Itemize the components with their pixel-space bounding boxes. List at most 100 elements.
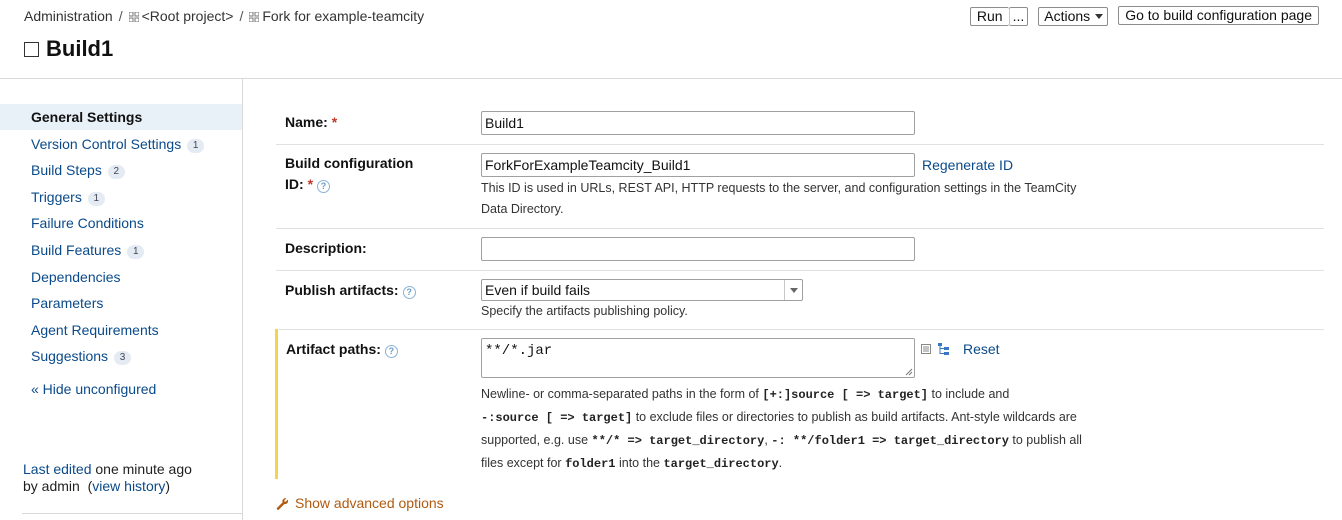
show-advanced-options-label: Show advanced options (295, 495, 444, 511)
top-actions: Run ... Actions Go to build configuratio… (969, 6, 1342, 26)
name-label-text: Name: (285, 114, 328, 130)
project-icon (128, 12, 139, 22)
chevron-down-icon (1095, 14, 1104, 19)
sidebar-item-label: Build Steps (31, 162, 102, 178)
regenerate-id-link[interactable]: Regenerate ID (922, 157, 1013, 173)
row-divider (279, 329, 1324, 330)
build-configuration-icon (24, 41, 39, 57)
sidebar-item-label: Triggers (31, 189, 82, 205)
hint-text: to publish all (1008, 433, 1082, 447)
sidebar-item-label: Parameters (31, 295, 104, 311)
last-edited-by: by admin (23, 478, 80, 494)
page-title-text: Build1 (46, 36, 114, 61)
resize-handle-icon[interactable] (905, 368, 913, 376)
wrench-icon (276, 497, 289, 510)
breadcrumb-separator: / (118, 8, 123, 24)
show-advanced-options-link[interactable]: Show advanced options (276, 495, 444, 511)
hint-code: -: **/folder1 => target_directory (771, 434, 1009, 448)
row-divider (276, 228, 1324, 229)
breadcrumb: Administration / <Root project> / Fork for e… (24, 8, 424, 24)
sidebar-item-label: Agent Requirements (31, 322, 159, 338)
actions-dropdown[interactable]: Actions (1038, 7, 1109, 26)
artifact-paths-label: Artifact paths:? (286, 339, 398, 360)
description-input[interactable] (481, 237, 915, 261)
build-config-id-hint: This ID is used in URLs, REST API, HTTP … (481, 178, 1076, 220)
run-custom-button[interactable]: ... (1008, 7, 1029, 26)
hint-code: **/* => target_directory (591, 434, 765, 448)
id-hint-line1: This ID is used in URLs, REST API, HTTP … (481, 181, 1077, 195)
sidebar-divider (22, 513, 243, 514)
name-input[interactable] (481, 111, 915, 135)
run-button-group: Run ... (969, 7, 1029, 26)
build-config-id-label-line2: ID: (285, 176, 304, 192)
modified-highlight-bar (275, 329, 278, 479)
publish-artifacts-hint: Specify the artifacts publishing policy. (481, 304, 688, 318)
description-label: Description: (285, 240, 367, 256)
sidebar-item-label: Build Features (31, 242, 122, 258)
hint-code: target_directory (663, 457, 779, 471)
breadcrumb-root-project[interactable]: <Root project> (142, 8, 234, 24)
artifact-paths-value: **/*.jar (485, 343, 553, 359)
sidebar-item-version-control-settings[interactable]: Version Control Settings 1 (0, 131, 242, 157)
name-label: Name: * (285, 112, 337, 133)
hint-text: files except for (481, 456, 566, 470)
page-title: Build1 (24, 36, 113, 62)
id-hint-line2: Data Directory. (481, 202, 564, 216)
last-edited-info: Last edited one minute ago by admin (vie… (23, 461, 192, 494)
artifact-tree-icon[interactable] (937, 342, 951, 356)
last-edited-link[interactable]: Last edited (23, 461, 92, 477)
hint-text: to include and (928, 387, 1010, 401)
row-divider (276, 270, 1324, 271)
hint-text: Newline- or comma-separated paths in the… (481, 387, 763, 401)
hint-text: to exclude files or directories to publi… (632, 410, 1077, 424)
count-badge: 2 (107, 165, 125, 179)
breadcrumb-project[interactable]: Fork for example-teamcity (262, 8, 424, 24)
actions-label: Actions (1044, 8, 1091, 24)
sidebar-item-failure-conditions[interactable]: Failure Conditions (0, 210, 242, 236)
hide-unconfigured-link[interactable]: « Hide unconfigured (31, 381, 156, 397)
sidebar-item-dependencies[interactable]: Dependencies (0, 264, 242, 290)
artifact-paths-hint: Newline- or comma-separated paths in the… (481, 383, 1082, 475)
sidebar-item-build-features[interactable]: Build Features 1 (0, 237, 242, 263)
list-icon[interactable] (921, 344, 931, 354)
sidebar-item-label: General Settings (31, 109, 143, 125)
help-icon[interactable]: ? (317, 180, 331, 193)
count-badge: 1 (187, 139, 205, 153)
run-button[interactable]: Run (969, 7, 1009, 26)
hint-code: [+:]source [ => target] (762, 388, 929, 402)
build-config-id-label-line1: Build configuration (285, 155, 414, 171)
artifact-paths-label-text: Artifact paths: (286, 341, 381, 357)
sidebar-item-triggers[interactable]: Triggers 1 (0, 184, 242, 210)
sidebar: General Settings Version Control Setting… (0, 79, 243, 520)
count-badge: 1 (87, 192, 105, 206)
hint-code: folder1 (565, 457, 616, 471)
sidebar-item-build-steps[interactable]: Build Steps 2 (0, 157, 242, 183)
sidebar-item-suggestions[interactable]: Suggestions 3 (0, 343, 242, 369)
count-badge: 1 (127, 245, 145, 259)
goto-build-configuration-button[interactable]: Go to build configuration page (1118, 6, 1319, 25)
required-marker: * (307, 176, 314, 192)
row-divider (276, 144, 1324, 145)
sidebar-item-parameters[interactable]: Parameters (0, 290, 242, 316)
reset-link[interactable]: Reset (963, 341, 1000, 357)
count-badge: 3 (114, 351, 132, 365)
sidebar-item-general-settings[interactable]: General Settings (0, 104, 242, 130)
publish-artifacts-selected: Even if build fails (485, 282, 591, 298)
artifact-tools: Reset (921, 341, 1000, 357)
breadcrumb-separator: / (239, 8, 244, 24)
sidebar-item-agent-requirements[interactable]: Agent Requirements (0, 317, 242, 343)
help-icon[interactable]: ? (402, 286, 416, 299)
build-config-id-input[interactable] (481, 153, 915, 177)
build-config-id-label: Build configuration ID: *? (285, 153, 413, 195)
view-history-link[interactable]: view history (92, 478, 165, 494)
publish-artifacts-label-text: Publish artifacts: (285, 282, 399, 298)
sidebar-item-label: Suggestions (31, 348, 109, 364)
hint-code: -:source [ => target] (481, 411, 633, 425)
hint-text: into the (615, 456, 664, 470)
artifact-paths-textarea[interactable]: **/*.jar (481, 338, 915, 378)
hint-text: . (778, 456, 783, 470)
help-icon[interactable]: ? (384, 345, 398, 358)
sidebar-item-label: Dependencies (31, 269, 121, 285)
breadcrumb-administration[interactable]: Administration (24, 8, 113, 24)
publish-artifacts-select[interactable]: Even if build fails (481, 279, 803, 301)
